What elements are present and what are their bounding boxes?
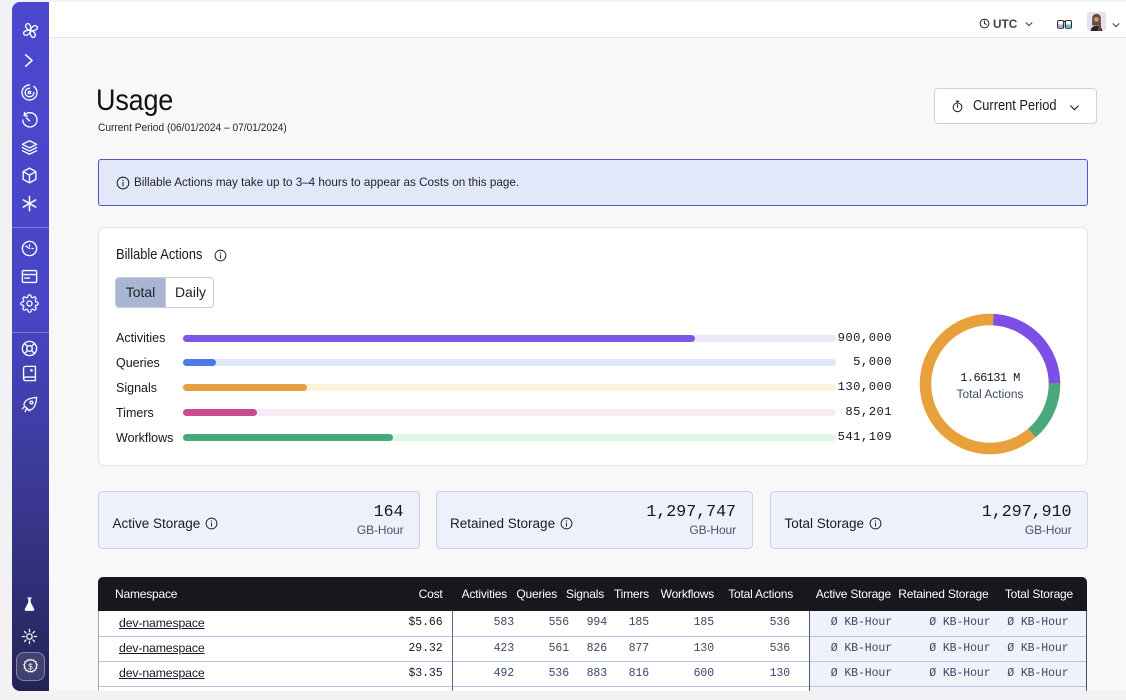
- svg-text:$: $: [28, 662, 33, 671]
